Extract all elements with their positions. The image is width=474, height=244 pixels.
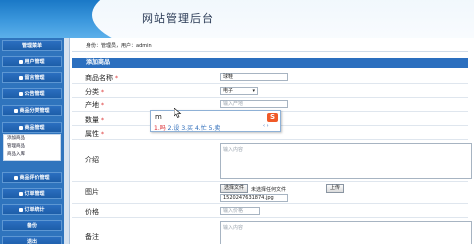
name-input[interactable]: 球鞋 — [220, 73, 288, 81]
sidebar-item-label: 商品分类管理 — [19, 108, 50, 114]
category-select[interactable]: 电子 ▾ — [220, 87, 258, 95]
attr-label: 属性 — [85, 130, 99, 138]
form-row-note: 备注 输入内容 — [72, 218, 472, 244]
required-mark: * — [101, 89, 104, 96]
sidebar-item-products[interactable]: 商品管理 — [2, 122, 62, 133]
folder-icon — [19, 91, 24, 96]
ime-composition: m — [155, 113, 162, 121]
sidebar: 管理菜单 用户管理 留言管理 公告管理 商品分类管理 商品管理 添加商品 管理商… — [0, 38, 64, 244]
field-label: 数量 * — [85, 115, 104, 125]
sidebar-item-label: 退出 — [26, 239, 37, 244]
ime-candidate[interactable]: 4.忙 — [195, 125, 207, 132]
ime-candidate-popup: m S 1.吗 2.设 3.买 4.忙 5.卖 ‹ › — [150, 110, 281, 132]
folder-icon — [19, 59, 24, 64]
form-row-price: 价格 输入价格 — [72, 204, 468, 218]
price-input[interactable]: 输入价格 — [220, 207, 260, 215]
submenu-item-add-product[interactable]: 添加商品 — [4, 135, 60, 143]
origin-placeholder: 输入产地 — [223, 101, 244, 107]
submenu-item-stock-in[interactable]: 商品入库 — [4, 151, 60, 159]
app-header: 网站管理后台 — [0, 0, 474, 38]
sidebar-item-label: 留言管理 — [24, 75, 45, 81]
intro-textarea[interactable]: 输入内容 — [220, 143, 472, 179]
qty-label: 数量 — [85, 116, 99, 124]
ime-page-arrows-icon[interactable]: ‹ › — [263, 123, 269, 129]
sidebar-header-menu: 管理菜单 — [2, 40, 62, 51]
field-label: 商品名称 * — [85, 73, 118, 83]
intro-label: 介绍 — [85, 156, 99, 164]
chevron-down-icon: ▾ — [252, 88, 255, 94]
sidebar-item-order-stats[interactable]: 订单统计 — [2, 204, 62, 215]
sidebar-item-label: 公告管理 — [24, 91, 45, 97]
sidebar-splitter[interactable] — [64, 38, 70, 244]
sidebar-item-label: 订单管理 — [24, 191, 45, 197]
breadcrumb: 身份：管理员，用户：admin — [72, 41, 468, 52]
ime-candidate[interactable]: 5.卖 — [209, 125, 221, 132]
mouse-cursor-icon — [174, 108, 182, 118]
upload-button[interactable]: 上传 — [326, 184, 344, 193]
sidebar-item-users[interactable]: 用户管理 — [2, 56, 62, 67]
sidebar-item-messages[interactable]: 留言管理 — [2, 72, 62, 83]
form-row-category: 分类 * 电子 ▾ — [72, 84, 468, 98]
sidebar-item-notices[interactable]: 公告管理 — [2, 88, 62, 99]
form-row-name: 商品名称 * 球鞋 — [72, 70, 468, 84]
note-textarea[interactable]: 输入内容 — [220, 221, 472, 244]
form-row-intro: 介绍 输入内容 — [72, 140, 472, 182]
sidebar-item-exit[interactable]: 退出 — [2, 236, 62, 244]
price-label: 价格 — [85, 208, 99, 216]
sidebar-item-reviews[interactable]: 商品评价管理 — [2, 172, 62, 183]
field-label: 分类 * — [85, 87, 104, 97]
sidebar-item-backup[interactable]: 备份 — [2, 220, 62, 231]
folder-icon — [19, 207, 24, 212]
sidebar-item-categories[interactable]: 商品分类管理 — [2, 105, 62, 116]
sogou-logo-icon: S — [267, 113, 278, 122]
ime-candidate[interactable]: 3.买 — [181, 125, 193, 132]
folder-icon — [19, 75, 24, 80]
folder-icon — [14, 175, 19, 180]
required-mark: * — [101, 102, 104, 109]
note-label: 备注 — [85, 233, 99, 241]
no-file-text: 未选择任何文件 — [251, 187, 287, 193]
panel-title: 添加商品 — [72, 58, 468, 68]
choose-file-button[interactable]: 选择文件 — [220, 184, 248, 193]
price-placeholder: 输入价格 — [223, 208, 244, 214]
sidebar-item-label: 商品评价管理 — [19, 175, 50, 181]
origin-input[interactable]: 输入产地 — [220, 100, 288, 108]
sidebar-item-label: 用户管理 — [24, 59, 45, 65]
sidebar-item-label: 订单统计 — [24, 207, 45, 213]
sidebar-item-label: 备份 — [26, 223, 37, 229]
sidebar-item-label: 商品管理 — [24, 125, 45, 131]
ime-candidate[interactable]: 1.吗 — [154, 125, 166, 132]
field-label: 属性 * — [85, 129, 104, 139]
category-label: 分类 — [85, 88, 99, 96]
origin-label: 产地 — [85, 101, 99, 109]
sidebar-submenu-products: 添加商品 管理商品 商品入库 — [3, 134, 61, 161]
category-value: 电子 — [223, 88, 234, 94]
folder-icon — [19, 191, 24, 196]
app-title: 网站管理后台 — [142, 12, 214, 25]
folder-icon — [19, 125, 24, 130]
sidebar-item-orders[interactable]: 订单管理 — [2, 188, 62, 199]
image-label: 图片 — [85, 188, 99, 196]
sidebar-header-label: 管理菜单 — [21, 43, 42, 49]
field-label: 产地 * — [85, 100, 104, 110]
name-label: 商品名称 — [85, 74, 113, 82]
image-filename-input[interactable]: 1520247631874.jpg — [220, 194, 288, 202]
required-mark: * — [115, 75, 118, 82]
submenu-item-manage-products[interactable]: 管理商品 — [4, 143, 60, 151]
required-mark: * — [101, 117, 104, 124]
ime-candidate[interactable]: 2.设 — [168, 125, 180, 132]
form-row-image: 图片 选择文件 未选择任何文件 上传 1520247631874.jpg — [72, 182, 468, 204]
folder-icon — [14, 108, 19, 113]
ime-candidates: 1.吗 2.设 3.买 4.忙 5.卖 — [154, 123, 220, 132]
required-mark: * — [101, 131, 104, 138]
